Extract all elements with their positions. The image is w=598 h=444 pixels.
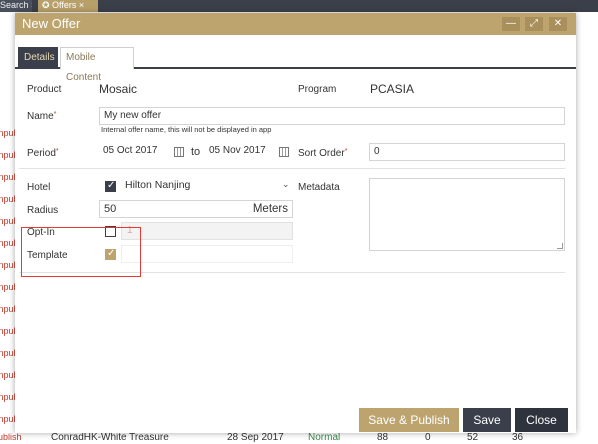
hotel-label: Hotel [27,182,51,193]
tab-search[interactable]: Search × [0,0,32,12]
product-value: Mosaic [99,82,138,96]
period-label: Period* [27,148,59,159]
sort-order-input[interactable]: 0 [369,143,565,161]
metadata-textarea[interactable] [369,178,565,251]
radius-label: Radius [27,205,59,216]
new-offer-dialog: New Offer — ⤢ ✕ Details Mobile Content P… [15,13,576,433]
program-value: PCASIA [370,82,415,96]
maximize-button[interactable]: ⤢ [525,17,543,31]
opt-in-field: 1 [121,222,293,240]
name-hint: Internal offer name, this will not be di… [101,125,272,134]
background-tabbar: Search × ✪ Offers × [0,0,598,12]
save-button[interactable]: Save [463,408,511,432]
tab-mobile-content[interactable]: Mobile Content [60,47,134,83]
calendar-icon[interactable] [279,147,289,157]
radius-unit: Meters [252,203,288,215]
chevron-down-icon[interactable]: ⌄ [282,179,290,190]
dialog-title: New Offer [22,16,81,31]
close-icon[interactable]: ✕ [549,17,567,31]
name-input[interactable]: My new offer [99,107,565,125]
template-field [121,245,293,263]
metadata-label: Metadata [298,182,340,193]
dialog-tabs: Details Mobile Content [15,35,576,83]
annotation-highlight-box [21,227,141,277]
calendar-icon[interactable] [174,147,184,157]
section-divider [19,168,565,169]
checkmark-icon: ✓ [107,180,116,191]
product-label: Product [27,84,62,95]
tab-offers[interactable]: ✪ Offers × [38,0,98,12]
close-button[interactable]: Close [515,408,568,432]
radius-value: 50 [104,203,117,215]
minimize-button[interactable]: — [502,17,520,31]
program-label: Program [298,84,337,95]
hotel-select[interactable]: Hilton Nanjing [121,177,293,195]
radius-input[interactable]: 50 Meters [99,200,293,218]
period-start-input[interactable]: 05 Oct 2017 [99,143,185,161]
save-and-publish-button[interactable]: Save & Publish [359,408,459,432]
hotel-checkbox[interactable]: ✓ [105,180,116,192]
background-status-column: Unpublish Unpublish Unpublish Unpublish … [0,12,32,444]
tab-details[interactable]: Details [18,47,58,69]
resize-grip-icon[interactable] [557,243,563,249]
dialog-titlebar[interactable]: New Offer — ⤢ ✕ [15,13,576,35]
name-label: Name* [27,111,57,122]
period-separator: to [191,146,201,158]
sort-order-label: Sort Order* [298,148,348,159]
dialog-footer: Save & Publish Save Close [15,405,576,433]
